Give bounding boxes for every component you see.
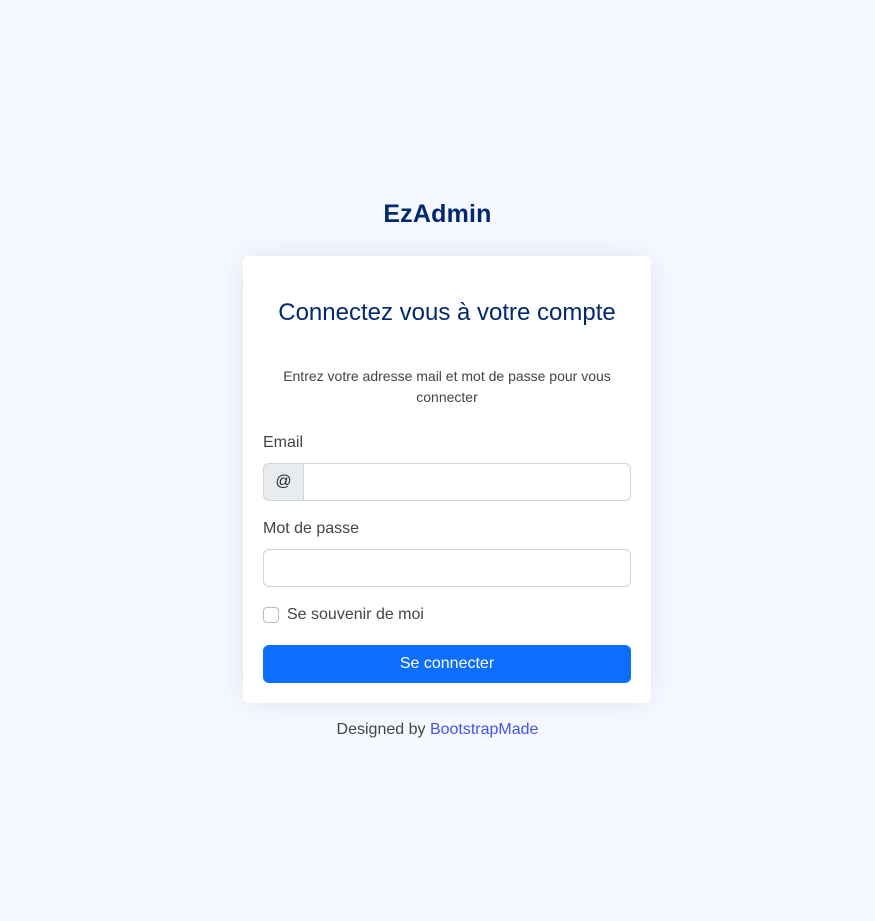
brand-logo-text[interactable]: EzAdmin	[0, 200, 875, 229]
login-page: EzAdmin Connectez vous à votre compte En…	[0, 0, 875, 921]
credits-link[interactable]: BootstrapMade	[430, 721, 539, 738]
email-input-group: @	[263, 463, 631, 501]
login-subtitle: Entrez votre adresse mail et mot de pass…	[283, 368, 611, 405]
login-button[interactable]: Se connecter	[263, 645, 631, 683]
remember-me-label[interactable]: Se souvenir de moi	[287, 606, 424, 624]
remember-me-row[interactable]: Se souvenir de moi	[263, 605, 424, 625]
password-field[interactable]	[263, 549, 631, 587]
login-title: Connectez vous à votre compte	[278, 299, 616, 326]
remember-me-checkbox[interactable]	[263, 607, 279, 623]
email-label: Email	[263, 434, 304, 451]
credits-footer: Designed by BootstrapMade	[0, 721, 875, 739]
login-card: Connectez vous à votre compte Entrez vot…	[243, 256, 651, 703]
credits-prefix: Designed by	[336, 721, 426, 738]
email-field[interactable]	[303, 463, 631, 501]
password-label: Mot de passe	[263, 520, 360, 537]
at-sign-addon: @	[263, 463, 303, 501]
